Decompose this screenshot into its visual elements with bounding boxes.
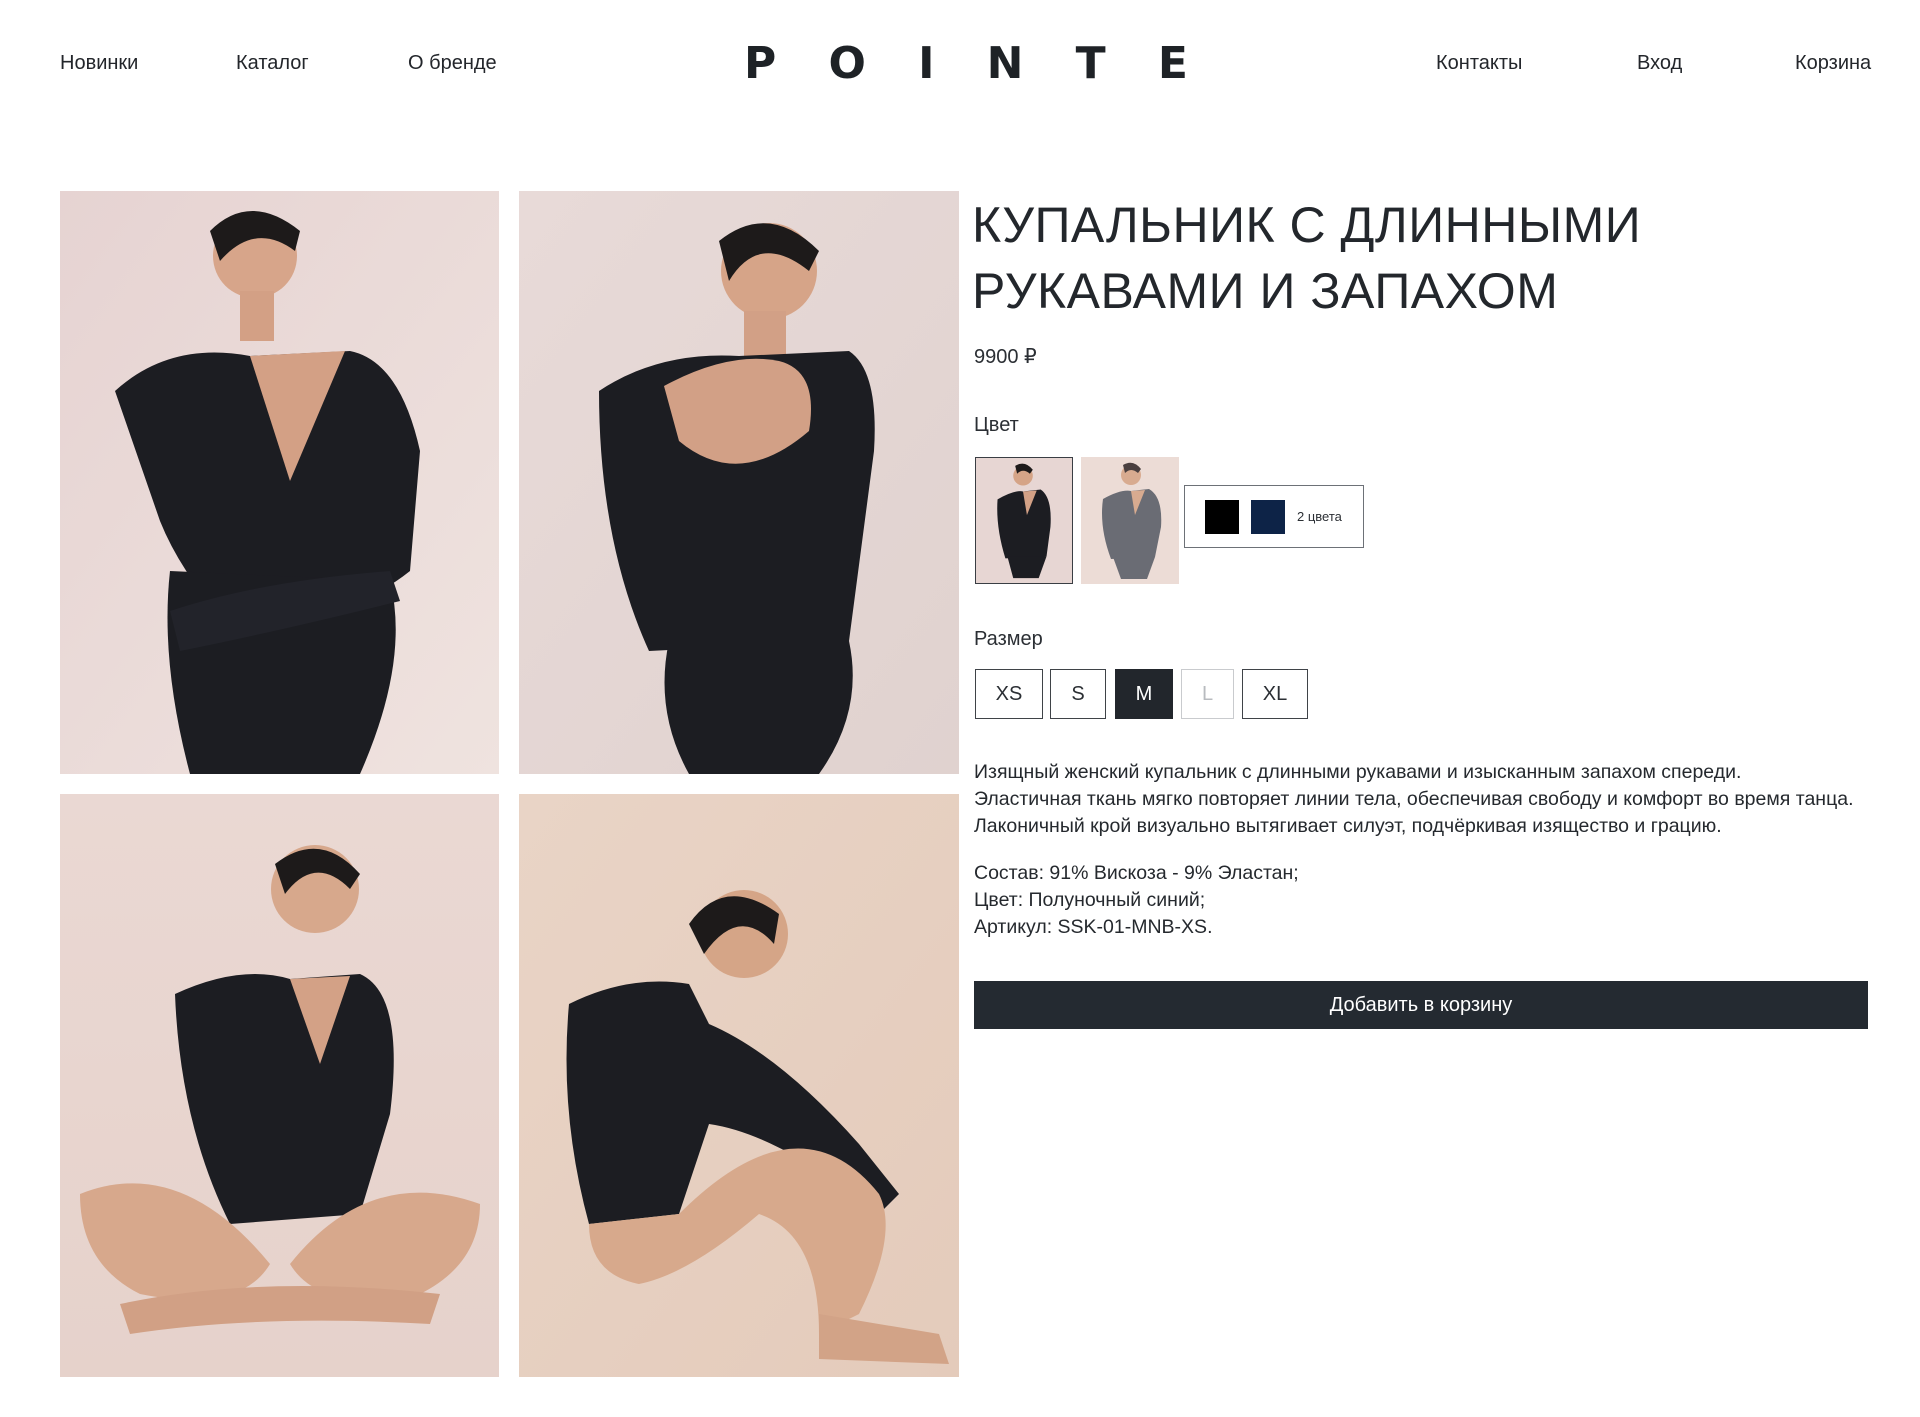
- colors-count: 2 цвета: [1297, 509, 1342, 524]
- nav-login[interactable]: Вход: [1637, 52, 1682, 75]
- size-label: Размер: [974, 628, 1043, 650]
- nav-cart[interactable]: Корзина: [1795, 52, 1871, 75]
- logo-letter: N: [986, 38, 1024, 89]
- size-option-s[interactable]: S: [1050, 669, 1106, 719]
- nav-catalog[interactable]: Каталог: [236, 52, 309, 75]
- size-option-l[interactable]: L: [1181, 669, 1234, 719]
- color-swatch-navy[interactable]: [1081, 457, 1179, 584]
- logo-letter: I: [918, 38, 935, 89]
- product-photo-sitting-side[interactable]: [519, 794, 959, 1377]
- nav-about[interactable]: О бренде: [408, 52, 497, 75]
- nav-new[interactable]: Новинки: [60, 52, 138, 75]
- logo-letter: P: [744, 38, 777, 89]
- color-chip-navy[interactable]: [1251, 499, 1285, 534]
- colors-selector[interactable]: 2 цвета: [1184, 485, 1364, 548]
- product-title-line: КУПАЛЬНИК С ДЛИННЫМИ: [972, 197, 1642, 253]
- spec-sku: Артикул: SSK-01-MNB-XS.: [974, 916, 1213, 938]
- product-price: 9900 ₽: [974, 346, 1037, 368]
- color-swatch-black[interactable]: [975, 457, 1073, 584]
- color-chip-black[interactable]: [1205, 499, 1239, 534]
- spec-color: Цвет: Полуночный синий;: [974, 889, 1206, 911]
- color-label: Цвет: [974, 414, 1019, 436]
- spec-composition: Состав: 91% Вискоза - 9% Эластан;: [974, 862, 1299, 884]
- logo-letter: O: [828, 38, 866, 89]
- product-photo-seated[interactable]: [60, 794, 499, 1377]
- product-photo-back[interactable]: [519, 191, 959, 774]
- logo-letter: E: [1157, 38, 1188, 89]
- size-option-m[interactable]: M: [1115, 669, 1173, 719]
- product-title: КУПАЛЬНИК С ДЛИННЫМИ РУКАВАМИ И ЗАПАХОМ: [972, 192, 1872, 324]
- product-description: Изящный женский купальник с длинными рук…: [974, 761, 1854, 837]
- product-specs: Состав: 91% Вискоза - 9% Эластан; Цвет: …: [974, 860, 1299, 941]
- nav-contacts[interactable]: Контакты: [1436, 52, 1522, 75]
- product-photo-front[interactable]: [60, 191, 499, 774]
- add-to-cart-button[interactable]: Добавить в корзину: [974, 981, 1868, 1029]
- logo-letter: T: [1075, 38, 1106, 89]
- size-option-xs[interactable]: XS: [975, 669, 1043, 719]
- site-header: Новинки Каталог О бренде P O I N T E Кон…: [0, 0, 1920, 130]
- brand-logo[interactable]: P O I N T E: [744, 40, 1188, 88]
- size-option-xl[interactable]: XL: [1242, 669, 1308, 719]
- product-title-line: РУКАВАМИ И ЗАПАХОМ: [972, 263, 1559, 319]
